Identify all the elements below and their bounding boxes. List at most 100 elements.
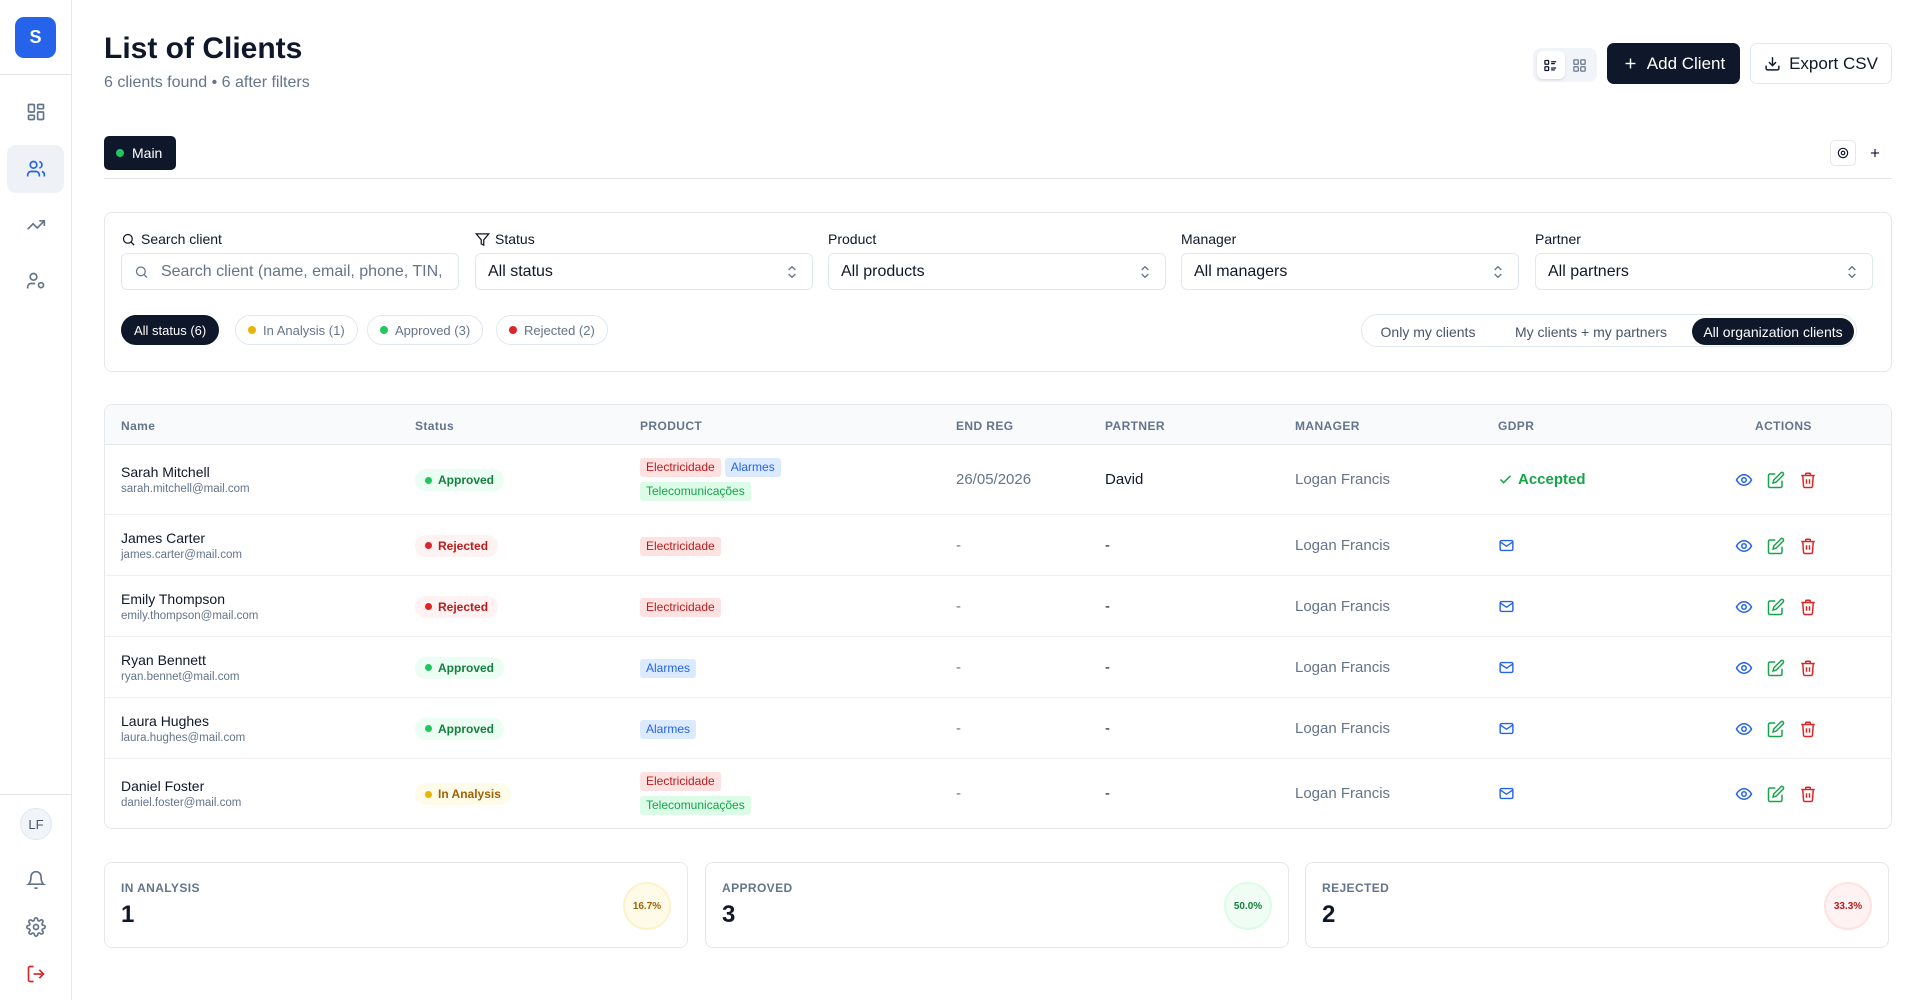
sidebar: S LF xyxy=(0,0,72,1000)
client-cell: Ryan Bennett ryan.bennet@mail.com xyxy=(121,652,239,683)
send-gdpr-button[interactable] xyxy=(1498,787,1515,805)
partner-select[interactable]: All partners xyxy=(1535,253,1873,290)
chevron-updown-icon xyxy=(1490,264,1506,285)
sidebar-item-settings[interactable] xyxy=(7,903,64,951)
column-header-product[interactable]: PRODUCT xyxy=(640,419,702,433)
edit-button[interactable] xyxy=(1767,537,1785,555)
plus-icon xyxy=(1870,148,1880,158)
tab-settings-button[interactable] xyxy=(1830,140,1856,166)
avatar[interactable]: LF xyxy=(20,808,52,840)
gdpr-cell: Accepted xyxy=(1498,471,1586,488)
client-name[interactable]: Daniel Foster xyxy=(121,778,241,794)
chip-label: Rejected (2) xyxy=(524,322,595,338)
table-row[interactable]: Sarah Mitchell sarah.mitchell@mail.com A… xyxy=(105,445,1891,515)
sidebar-item-dashboard[interactable] xyxy=(7,88,64,136)
client-name[interactable]: Laura Hughes xyxy=(121,713,245,729)
table-row[interactable]: Daniel Foster daniel.foster@mail.com In … xyxy=(105,759,1891,828)
send-gdpr-button[interactable] xyxy=(1498,722,1515,740)
gdpr-label: Accepted xyxy=(1518,471,1586,488)
client-name[interactable]: James Carter xyxy=(121,530,242,546)
delete-button[interactable] xyxy=(1799,471,1817,489)
view-button[interactable] xyxy=(1735,659,1753,677)
edit-icon xyxy=(1767,471,1785,489)
product-tag: Alarmes xyxy=(724,458,781,477)
table-row[interactable]: James Carter james.carter@mail.com Rejec… xyxy=(105,515,1891,576)
partner-filter-label: Partner xyxy=(1535,231,1581,247)
column-header-end-reg[interactable]: END REG xyxy=(956,419,1013,433)
delete-button[interactable] xyxy=(1799,659,1817,677)
export-csv-button[interactable]: Export CSV xyxy=(1750,43,1892,84)
status-cell: Rejected xyxy=(415,534,499,557)
edit-button[interactable] xyxy=(1767,659,1785,677)
add-client-button[interactable]: Add Client xyxy=(1607,43,1740,84)
view-button[interactable] xyxy=(1735,537,1753,555)
status-badge-label: Rejected xyxy=(438,599,489,614)
sidebar-item-clients[interactable] xyxy=(7,145,64,193)
list-view-button[interactable] xyxy=(1536,51,1565,79)
status-cell: Approved xyxy=(415,717,505,740)
gear-icon xyxy=(1837,147,1849,159)
view-button[interactable] xyxy=(1735,598,1753,616)
add-tab-button[interactable] xyxy=(1862,140,1888,166)
chevron-updown-icon xyxy=(1137,264,1153,285)
product-cell: Electricidade Alarmes Telecomunicações xyxy=(640,457,920,505)
product-cell: Electricidade xyxy=(640,536,920,560)
scope-only-my-clients[interactable]: Only my clients xyxy=(1366,318,1490,345)
edit-button[interactable] xyxy=(1767,471,1785,489)
column-header-name[interactable]: Name xyxy=(121,419,155,433)
sidebar-item-notifications[interactable] xyxy=(7,856,64,904)
view-button[interactable] xyxy=(1735,471,1753,489)
chip-approved[interactable]: Approved (3) xyxy=(367,315,484,345)
chip-in-analysis[interactable]: In Analysis (1) xyxy=(235,315,358,345)
search-placeholder: Search client (name, email, phone, TIN, … xyxy=(160,262,446,280)
send-gdpr-button[interactable] xyxy=(1498,600,1515,618)
view-button[interactable] xyxy=(1735,785,1753,803)
bell-icon xyxy=(25,870,46,890)
tab-main[interactable]: Main xyxy=(104,136,177,170)
manager-cell: Logan Francis xyxy=(1295,719,1391,737)
status-badge: Rejected xyxy=(415,595,499,618)
column-header-status[interactable]: Status xyxy=(415,419,454,433)
client-name[interactable]: Ryan Bennett xyxy=(121,652,239,668)
edit-button[interactable] xyxy=(1767,598,1785,616)
sidebar-item-user-settings[interactable] xyxy=(7,257,64,305)
chip-all-status[interactable]: All status (6) xyxy=(121,315,220,345)
mail-icon xyxy=(1499,600,1514,612)
sidebar-item-analytics[interactable] xyxy=(7,201,64,249)
grid-view-button[interactable] xyxy=(1566,51,1594,79)
scope-my-clients-partners[interactable]: My clients + my partners xyxy=(1494,318,1688,345)
client-name[interactable]: Emily Thompson xyxy=(121,591,258,607)
search-input[interactable]: Search client (name, email, phone, TIN, … xyxy=(121,253,459,290)
actions-cell xyxy=(1735,537,1817,555)
gdpr-cell xyxy=(1498,537,1515,557)
client-name[interactable]: Sarah Mitchell xyxy=(121,464,250,480)
send-gdpr-button[interactable] xyxy=(1498,539,1515,557)
view-button[interactable] xyxy=(1735,720,1753,738)
send-gdpr-button[interactable] xyxy=(1498,661,1515,679)
status-select[interactable]: All status xyxy=(475,253,813,290)
delete-button[interactable] xyxy=(1799,598,1817,616)
table-row[interactable]: Laura Hughes laura.hughes@mail.com Appro… xyxy=(105,698,1891,759)
delete-button[interactable] xyxy=(1799,785,1817,803)
sidebar-item-logout[interactable] xyxy=(7,950,64,998)
edit-button[interactable] xyxy=(1767,720,1785,738)
column-header-manager[interactable]: MANAGER xyxy=(1295,419,1360,433)
mail-icon xyxy=(1499,722,1514,734)
chip-rejected[interactable]: Rejected (2) xyxy=(496,315,608,345)
edit-button[interactable] xyxy=(1767,785,1785,803)
scope-all-organization[interactable]: All organization clients xyxy=(1692,318,1854,345)
client-scope-toggle: Only my clients My clients + my partners… xyxy=(1361,314,1857,347)
client-cell: Emily Thompson emily.thompson@mail.com xyxy=(121,591,258,622)
table-row[interactable]: Emily Thompson emily.thompson@mail.com R… xyxy=(105,576,1891,637)
delete-button[interactable] xyxy=(1799,537,1817,555)
manager-select[interactable]: All managers xyxy=(1181,253,1519,290)
manager-cell: Logan Francis xyxy=(1295,536,1391,554)
table-row[interactable]: Ryan Bennett ryan.bennet@mail.com Approv… xyxy=(105,637,1891,698)
delete-button[interactable] xyxy=(1799,720,1817,738)
column-header-gdpr[interactable]: GDPR xyxy=(1498,419,1534,433)
app-logo[interactable]: S xyxy=(15,17,56,58)
status-badge-label: Rejected xyxy=(438,538,489,553)
chevron-updown-icon xyxy=(1844,264,1860,285)
column-header-partner[interactable]: PARTNER xyxy=(1105,419,1165,433)
product-select[interactable]: All products xyxy=(828,253,1166,290)
